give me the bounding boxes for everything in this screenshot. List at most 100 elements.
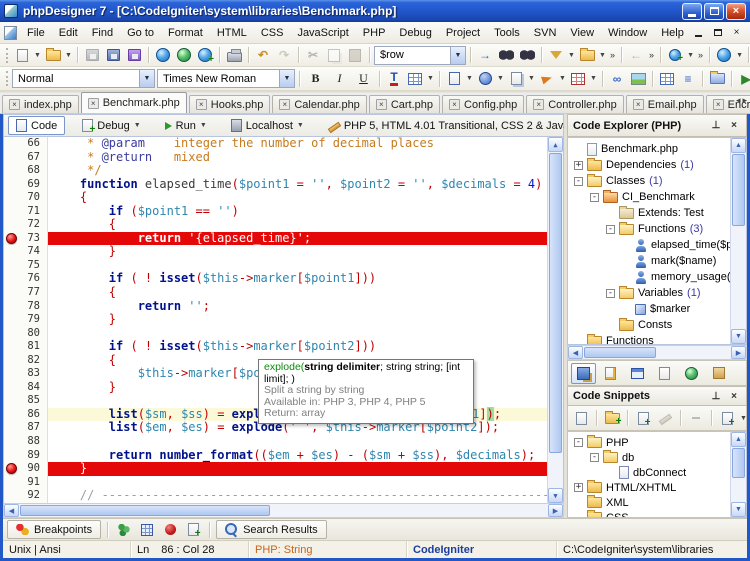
- export-snippet-dropdown[interactable]: ▼: [739, 408, 747, 428]
- tree-item-ci_benchmark[interactable]: - CI_Benchmark: [570, 189, 746, 205]
- open-file-dropdown[interactable]: ▼: [64, 45, 73, 65]
- calculator-button[interactable]: [137, 520, 157, 540]
- title-bar[interactable]: phpDesigner 7 - [C:\CodeIgniter\system\l…: [0, 0, 750, 22]
- collapse-icon[interactable]: -: [590, 192, 599, 202]
- tab-close-icon[interactable]: ×: [449, 99, 461, 110]
- tab-scroll-left-icon[interactable]: ◂: [736, 95, 741, 105]
- insert-list-button[interactable]: ≡: [678, 69, 698, 89]
- menu-find[interactable]: Find: [85, 23, 120, 43]
- tree-item-mark-$name-[interactable]: mark($name): [570, 253, 746, 269]
- mdi-restore-button[interactable]: [710, 26, 725, 39]
- tree-item-html-xhtml[interactable]: + HTML/XHTML: [570, 480, 746, 495]
- scroll-right-icon[interactable]: ▶: [548, 504, 563, 517]
- save-all-button[interactable]: [124, 45, 144, 65]
- filter-folder-button[interactable]: [577, 45, 597, 65]
- minimize-button[interactable]: [682, 2, 702, 20]
- tab-close-icon[interactable]: ×: [712, 99, 724, 110]
- explorer-horizontal-scrollbar[interactable]: ◀ ▶: [567, 345, 747, 360]
- editor-vertical-scrollbar[interactable]: ▲ ▼: [547, 137, 563, 503]
- overflow-icon[interactable]: »: [647, 50, 656, 60]
- menu-project[interactable]: Project: [439, 23, 487, 43]
- italic-button[interactable]: I: [328, 69, 351, 89]
- gutter[interactable]: 68: [4, 164, 48, 178]
- menu-window[interactable]: Window: [601, 23, 654, 43]
- expand-icon[interactable]: +: [574, 483, 583, 492]
- tree-item-xml[interactable]: XML: [570, 495, 746, 510]
- overflow-icon[interactable]: »: [608, 50, 617, 60]
- highlight-dropdown[interactable]: ▼: [426, 69, 435, 89]
- collapse-icon[interactable]: -: [574, 438, 583, 447]
- history-dropdown[interactable]: ▼: [496, 69, 505, 89]
- chevron-down-icon[interactable]: ▼: [450, 46, 465, 64]
- file-tab-index.php[interactable]: × index.php: [2, 95, 79, 113]
- menu-tools[interactable]: Tools: [487, 23, 527, 43]
- tab-close-icon[interactable]: ×: [533, 99, 545, 110]
- tree-item-css[interactable]: CSS: [570, 510, 746, 517]
- browser-dropdown[interactable]: ▼: [735, 45, 744, 65]
- cut-button[interactable]: ✂: [303, 45, 323, 65]
- gutter[interactable]: 92: [4, 489, 48, 503]
- tab-close-icon[interactable]: ×: [375, 99, 387, 110]
- scrollbar-thumb[interactable]: [732, 154, 745, 226]
- copy-format-dropdown[interactable]: ▼: [527, 69, 536, 89]
- undo-button[interactable]: ↶: [253, 45, 273, 65]
- back-button[interactable]: ←: [626, 45, 646, 65]
- tree-item-$marker[interactable]: $marker: [570, 301, 746, 317]
- debug-watch-button[interactable]: [114, 520, 134, 540]
- preview-browser-button[interactable]: [153, 45, 173, 65]
- menu-svn[interactable]: SVN: [527, 23, 564, 43]
- filter-button[interactable]: [546, 45, 566, 65]
- tree-item-db[interactable]: - db: [570, 450, 746, 465]
- export-doc-button[interactable]: [444, 69, 464, 89]
- new-category-button[interactable]: [602, 408, 622, 428]
- breakpoint-icon[interactable]: [6, 232, 17, 244]
- tree-item-dependencies[interactable]: + Dependencies (1): [570, 157, 746, 173]
- file-tab-calendar.php[interactable]: × Calendar.php: [272, 95, 367, 113]
- delete-snippet-button[interactable]: [686, 408, 706, 428]
- preview-browser2-button[interactable]: [174, 45, 194, 65]
- file-tab-hooks.php[interactable]: × Hooks.php: [188, 95, 271, 113]
- gutter[interactable]: 86: [4, 407, 48, 422]
- gutter[interactable]: 66: [4, 137, 48, 151]
- toolbar-grip[interactable]: [6, 71, 8, 86]
- gutter[interactable]: 72: [4, 218, 48, 232]
- tree-item-consts[interactable]: Consts: [570, 317, 746, 333]
- scrollbar-thumb[interactable]: [549, 153, 562, 453]
- font-color-button[interactable]: T: [384, 69, 404, 89]
- code-view-button[interactable]: Code: [8, 116, 66, 135]
- tree-item-variables[interactable]: - Variables (1): [570, 285, 746, 301]
- scroll-right-icon[interactable]: ▶: [731, 346, 746, 359]
- gutter[interactable]: 70: [4, 191, 48, 205]
- gutter[interactable]: 69: [4, 177, 48, 192]
- edit-snippet-button[interactable]: [655, 408, 675, 428]
- tab-scroll-right-icon[interactable]: ▸: [742, 95, 747, 105]
- tab-file-explorer[interactable]: [652, 363, 677, 384]
- filter-folder-dropdown[interactable]: ▼: [598, 45, 607, 65]
- gutter[interactable]: 88: [4, 435, 48, 449]
- open-file-button[interactable]: [43, 45, 63, 65]
- file-tab-benchmark.php[interactable]: × Benchmark.php: [80, 92, 187, 113]
- gutter[interactable]: 76: [4, 272, 48, 287]
- scroll-down-icon[interactable]: ▼: [548, 488, 563, 503]
- export-results-button[interactable]: [183, 520, 203, 540]
- grid-red-button[interactable]: [568, 69, 588, 89]
- tree-item-php[interactable]: - PHP: [570, 435, 746, 450]
- highlight-button[interactable]: [405, 69, 425, 89]
- editor-horizontal-scrollbar[interactable]: ◀ ▶: [3, 503, 564, 518]
- scrollbar-thumb[interactable]: [20, 505, 270, 516]
- close-panel-icon[interactable]: ×: [727, 119, 741, 132]
- breakpoint-icon[interactable]: [6, 463, 17, 475]
- tree-item-classes[interactable]: - Classes (1): [570, 173, 746, 189]
- code-editor[interactable]: 66 * @param integer the number of decima…: [3, 137, 564, 503]
- new-file-button[interactable]: [12, 45, 32, 65]
- insert-table-button[interactable]: [657, 69, 677, 89]
- gutter[interactable]: 87: [4, 421, 48, 436]
- font-combo[interactable]: Times New Roman ▼: [157, 69, 295, 88]
- print-button[interactable]: [224, 45, 244, 65]
- new-file-dropdown[interactable]: ▼: [33, 45, 42, 65]
- chevron-down-icon[interactable]: ▼: [297, 122, 304, 129]
- pin-icon[interactable]: ⊥: [709, 119, 723, 132]
- server-selector[interactable]: Localhost ▼: [224, 116, 311, 135]
- publish-button[interactable]: [665, 45, 685, 65]
- search-results-tab[interactable]: Search Results: [216, 520, 327, 539]
